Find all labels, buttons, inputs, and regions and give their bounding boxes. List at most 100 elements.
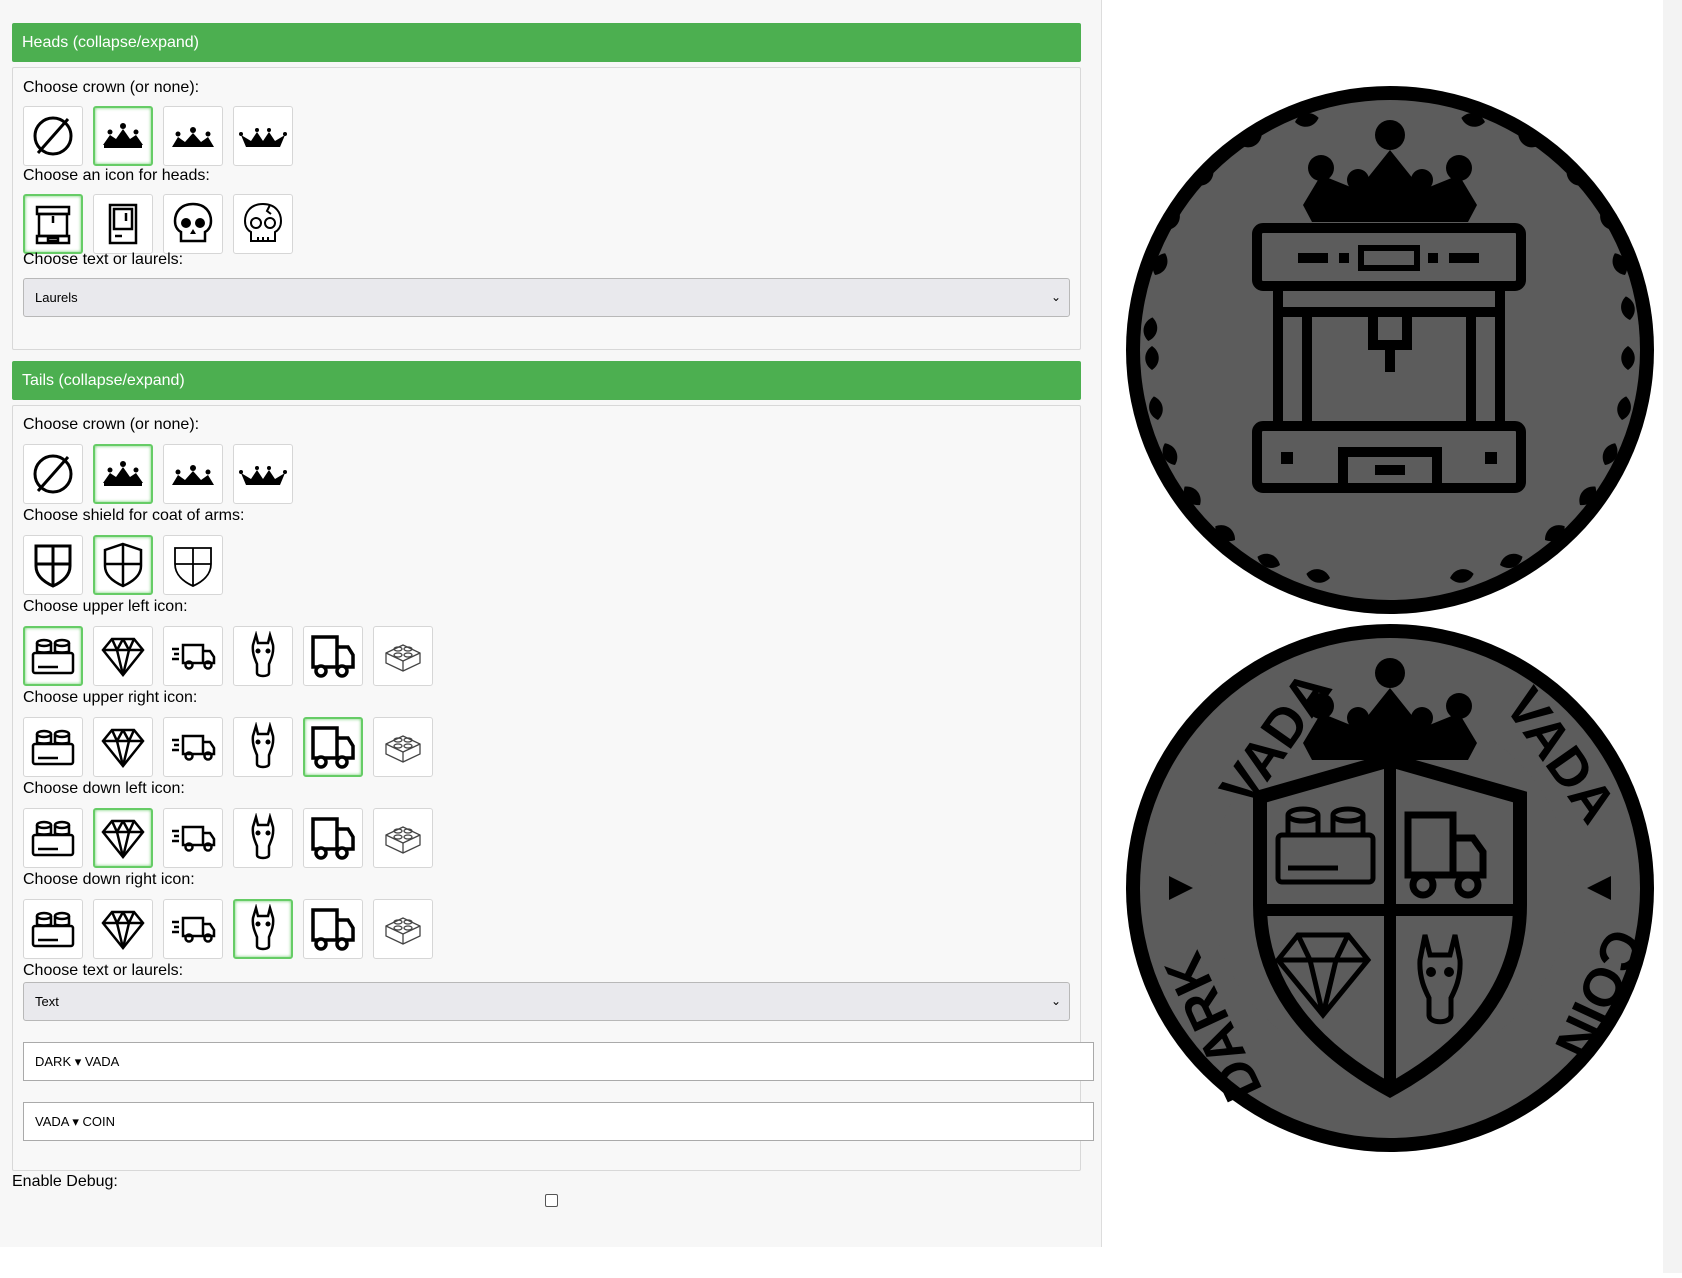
tails-coin: VADA VADA DARK COIN	[1126, 624, 1655, 1152]
horse-icon	[251, 904, 275, 951]
truck-option[interactable]	[303, 899, 363, 959]
heads-text-select[interactable]: Laurels ⌄	[23, 278, 1070, 317]
crown-2-option[interactable]	[163, 106, 223, 166]
crown-3-option[interactable]	[233, 106, 293, 166]
none-icon	[33, 454, 73, 494]
truck-icon	[311, 635, 355, 678]
down-right-label: Choose down right icon:	[23, 871, 195, 888]
chevron-down-icon: ⌄	[1050, 994, 1061, 1008]
heads-coin	[1126, 86, 1654, 614]
crown-2-icon	[172, 127, 214, 147]
truck-icon	[311, 817, 355, 860]
delivery-truck-option[interactable]	[163, 626, 223, 686]
truck-icon	[311, 726, 355, 769]
options-panel: Heads (collapse/expand) Choose crown (or…	[0, 0, 1102, 1247]
shield-3-option[interactable]	[163, 535, 223, 595]
crown-1-option[interactable]	[93, 444, 153, 504]
crown-3-icon	[239, 466, 287, 485]
truck-option[interactable]	[303, 717, 363, 777]
delivery-truck-icon	[172, 643, 216, 670]
down-left-label: Choose down left icon:	[23, 780, 185, 797]
crown-3-icon	[239, 128, 287, 147]
crown-none-option[interactable]	[23, 106, 83, 166]
shield-3-icon	[174, 547, 212, 587]
horse-option[interactable]	[233, 626, 293, 686]
heads-crown-options	[23, 106, 293, 166]
shield-2-icon	[103, 542, 143, 588]
tails-crown-options	[23, 444, 293, 504]
scrollbar-gutter	[1663, 0, 1682, 1273]
down-left-options	[23, 808, 433, 868]
coin-preview-canvas: VADA VADA DARK COIN	[1126, 86, 1655, 1152]
crown-1-option[interactable]	[93, 106, 153, 166]
heads-crown-label: Choose crown (or none):	[23, 79, 200, 96]
crown-1-icon	[103, 461, 143, 486]
down-right-options	[23, 899, 433, 959]
heads-text-label: Choose text or laurels:	[23, 251, 184, 268]
brick-option[interactable]	[23, 626, 83, 686]
head-icon-printer-2-option[interactable]	[93, 194, 153, 254]
brick-option[interactable]	[23, 808, 83, 868]
skull-icon	[173, 202, 213, 243]
brick-icon	[31, 638, 75, 675]
coin-text-1-input[interactable]: DARK ▾ VADA	[23, 1042, 1094, 1081]
tails-crown-label: Choose crown (or none):	[23, 416, 200, 433]
3d-printer-icon	[35, 205, 71, 245]
crown-3-option[interactable]	[233, 444, 293, 504]
diamond-option[interactable]	[93, 808, 153, 868]
head-icon-skull-option[interactable]	[163, 194, 223, 254]
lego-brick-option[interactable]	[373, 899, 433, 959]
diamond-option[interactable]	[93, 626, 153, 686]
shield-2-option[interactable]	[93, 535, 153, 595]
crown-2-option[interactable]	[163, 444, 223, 504]
shield-1-icon	[34, 544, 72, 588]
brick-option[interactable]	[23, 717, 83, 777]
head-icon-skull-cracked-option[interactable]	[233, 194, 293, 254]
truck-option[interactable]	[303, 626, 363, 686]
upper-right-label: Choose upper right icon:	[23, 689, 198, 706]
tails-section-header[interactable]: Tails (collapse/expand)	[12, 361, 1081, 400]
delivery-truck-icon	[172, 734, 216, 761]
upper-left-options	[23, 626, 433, 686]
horse-icon	[251, 813, 275, 860]
lego-brick-option[interactable]	[373, 717, 433, 777]
upper-left-label: Choose upper left icon:	[23, 598, 188, 615]
horse-option[interactable]	[233, 808, 293, 868]
diamond-option[interactable]	[93, 717, 153, 777]
horse-option[interactable]	[233, 899, 293, 959]
heads-icon-options	[23, 194, 293, 254]
delivery-truck-option[interactable]	[163, 808, 223, 868]
horse-icon	[251, 631, 275, 678]
shield-1-option[interactable]	[23, 535, 83, 595]
debug-checkbox[interactable]	[545, 1194, 558, 1207]
coin-text-2-input[interactable]: VADA ▾ COIN	[23, 1102, 1094, 1141]
truck-icon	[311, 908, 355, 951]
crown-none-option[interactable]	[23, 444, 83, 504]
lego-brick-icon	[385, 826, 421, 854]
brick-icon	[31, 729, 75, 766]
lego-brick-option[interactable]	[373, 808, 433, 868]
delivery-truck-option[interactable]	[163, 717, 223, 777]
tails-shield-label: Choose shield for coat of arms:	[23, 507, 245, 524]
3d-printer-2-icon	[108, 203, 138, 245]
head-icon-printer-option[interactable]	[23, 194, 83, 254]
delivery-truck-icon	[172, 916, 216, 943]
horse-icon	[251, 722, 275, 769]
brick-option[interactable]	[23, 899, 83, 959]
lego-brick-option[interactable]	[373, 626, 433, 686]
upper-right-options	[23, 717, 433, 777]
heads-section-header[interactable]: Heads (collapse/expand)	[12, 23, 1081, 62]
coin-preview-area: VADA VADA DARK COIN	[1103, 0, 1663, 1273]
chevron-down-icon: ⌄	[1050, 290, 1061, 304]
delivery-truck-option[interactable]	[163, 899, 223, 959]
delivery-truck-icon	[172, 825, 216, 852]
tails-text-select[interactable]: Text ⌄	[23, 982, 1070, 1021]
diamond-icon	[101, 728, 145, 769]
heads-text-select-value: Laurels	[35, 290, 78, 305]
brick-icon	[31, 911, 75, 948]
diamond-icon	[101, 637, 145, 678]
tails-text-label: Choose text or laurels:	[23, 962, 184, 979]
truck-option[interactable]	[303, 808, 363, 868]
horse-option[interactable]	[233, 717, 293, 777]
diamond-option[interactable]	[93, 899, 153, 959]
